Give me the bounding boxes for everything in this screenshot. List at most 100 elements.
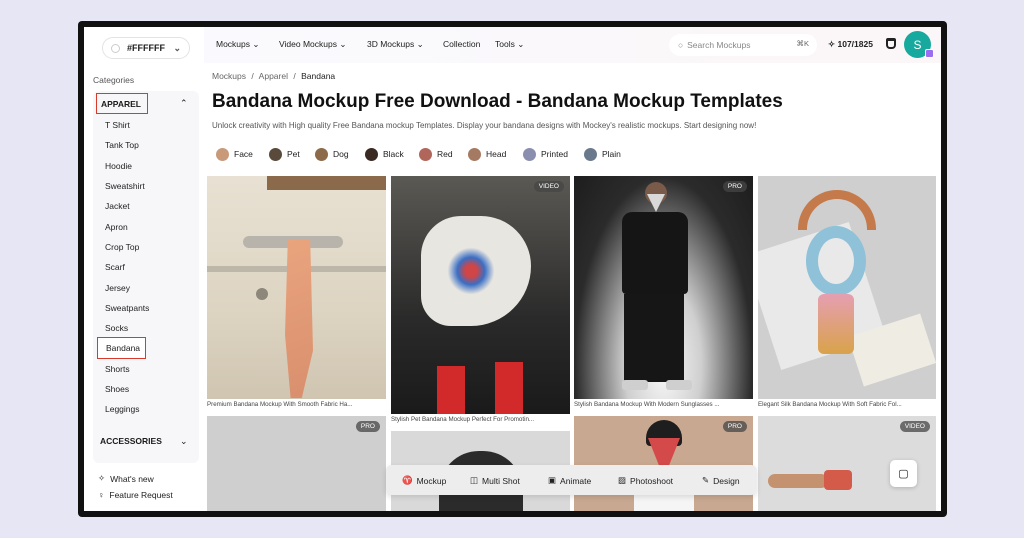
tool-multi-shot[interactable]: ◫ Multi Shot	[470, 475, 520, 486]
sidebar-item-jersey[interactable]: Jersey	[105, 283, 130, 293]
filter-chip-red[interactable]: Red	[419, 145, 453, 163]
sidebar-item-scarf[interactable]: Scarf	[105, 262, 125, 272]
card-caption: Stylish Pet Bandana Mockup Perfect For P…	[391, 416, 535, 423]
cup-icon[interactable]	[886, 38, 896, 49]
card-image-detail	[624, 294, 684, 382]
breadcrumb-mockups[interactable]: Mockups	[212, 71, 246, 81]
sidebar-item-shoes[interactable]: Shoes	[105, 384, 129, 394]
card-caption: Elegant Silk Bandana Mockup With Soft Fa…	[758, 401, 902, 408]
chip-label: Dog	[333, 149, 349, 159]
chip-thumbnail	[216, 147, 229, 161]
sidebar-item-t-shirt[interactable]: T Shirt	[105, 120, 130, 130]
nav-label: Mockups	[216, 39, 251, 49]
color-swatch-icon	[111, 43, 120, 53]
card-caption: Premium Bandana Mockup With Smooth Fabri…	[207, 401, 353, 408]
sidebar-item-bandana[interactable]: Bandana	[97, 337, 146, 359]
chevron-up-icon[interactable]: ⌃	[180, 98, 188, 109]
chip-thumbnail	[523, 147, 536, 161]
filter-chip-head[interactable]: Head	[468, 145, 506, 163]
mockup-card[interactable]: PRO	[207, 416, 386, 511]
card-caption: Stylish Bandana Mockup With Modern Sungl…	[574, 401, 720, 408]
tool-photoshoot[interactable]: ▨ Photoshoot	[618, 475, 673, 486]
chip-thumbnail	[419, 147, 432, 161]
credits-value: 107/1825	[837, 39, 873, 49]
mockup-card[interactable]	[758, 176, 936, 399]
nav-mockups[interactable]: Mockups ⌄	[216, 39, 260, 50]
card-image-detail	[256, 288, 268, 300]
category-group-accessories[interactable]: ACCESSORIES	[100, 436, 162, 446]
card-image-detail	[495, 362, 523, 414]
sidebar-item-shorts[interactable]: Shorts	[105, 364, 130, 374]
credits-counter[interactable]: ✧ 107/1825	[828, 39, 873, 50]
sidebar-item-apron[interactable]: Apron	[105, 222, 128, 232]
breadcrumb-apparel[interactable]: Apparel	[259, 71, 288, 81]
search-shortcut: ⌘K	[796, 39, 809, 48]
top-navigation: Mockups ⌄ Video Mockups ⌄ 3D Mockups ⌄ C…	[204, 27, 941, 63]
chip-label: Printed	[541, 149, 568, 159]
animate-icon: ▣	[548, 475, 557, 485]
chip-thumbnail	[365, 147, 378, 161]
tool-animate[interactable]: ▣ Animate	[548, 475, 591, 486]
chip-thumbnail	[315, 147, 328, 161]
sidebar-item-tank-top[interactable]: Tank Top	[105, 140, 139, 150]
color-value: #FFFFFF	[127, 43, 165, 53]
sparkle-icon: ✧	[98, 473, 106, 483]
mockup-card[interactable]: PRO	[574, 176, 753, 399]
search-input[interactable]: ○ Search Mockups ⌘K	[669, 34, 817, 56]
filter-chip-pet[interactable]: Pet	[269, 145, 300, 163]
filter-chip-plain[interactable]: Plain	[584, 145, 621, 163]
sidebar-item-leggings[interactable]: Leggings	[105, 404, 140, 414]
card-badge: PRO	[722, 421, 747, 432]
nav-label: Tools	[495, 39, 515, 49]
card-image-detail	[768, 474, 828, 488]
nav-collection[interactable]: Collection	[443, 39, 480, 49]
chevron-down-icon[interactable]: ⌄	[180, 436, 188, 447]
sidebar-item-socks[interactable]: Socks	[105, 323, 128, 333]
mockup-card[interactable]: VIDEO	[391, 176, 570, 414]
sidebar-item-jacket[interactable]: Jacket	[105, 201, 130, 211]
card-badge: PRO	[722, 181, 747, 192]
card-image-detail	[666, 380, 692, 390]
tool-label: Mockup	[416, 475, 447, 486]
feature-request-label: Feature Request	[109, 490, 173, 500]
mockup-card[interactable]: PRO	[574, 416, 753, 511]
page-subtitle: Unlock creativity with High quality Free…	[212, 121, 757, 130]
card-image-detail	[437, 366, 465, 414]
mockup-card[interactable]	[207, 176, 386, 399]
sidebar-item-sweatpants[interactable]: Sweatpants	[105, 303, 149, 313]
feature-request-link[interactable]: ♀ Feature Request	[98, 490, 173, 500]
tool-label: Photoshoot	[630, 475, 674, 486]
chip-label: Head	[486, 149, 507, 159]
tool-design[interactable]: ✎ Design	[702, 475, 740, 486]
sidebar-item-hoodie[interactable]: Hoodie	[105, 161, 132, 171]
chip-label: Face	[234, 149, 253, 159]
tool-label: Design	[713, 475, 740, 486]
chat-icon: ▢	[898, 468, 909, 480]
chat-button[interactable]: ▢	[890, 460, 917, 487]
filter-chip-printed[interactable]: Printed	[523, 145, 568, 163]
filter-chip-face[interactable]: Face	[216, 145, 253, 163]
chip-thumbnail	[468, 147, 481, 161]
card-image-detail	[267, 176, 386, 190]
whats-new-link[interactable]: ✧ What's new	[98, 473, 154, 484]
filter-chip-dog[interactable]: Dog	[315, 145, 349, 163]
chip-label: Black	[383, 149, 404, 159]
sidebar-item-sweatshirt[interactable]: Sweatshirt	[105, 181, 145, 191]
nav-3d-mockups[interactable]: 3D Mockups ⌄	[367, 39, 424, 50]
breadcrumb-separator: /	[251, 71, 254, 81]
card-image-detail	[285, 240, 313, 398]
filter-chip-black[interactable]: Black	[365, 145, 404, 163]
sidebar: #FFFFFF ⌄ Categories APPAREL ⌃ T Shirt T…	[84, 27, 204, 511]
background-color-picker[interactable]: #FFFFFF ⌄	[102, 37, 190, 59]
card-image-detail	[647, 194, 665, 212]
tool-mockup[interactable]: ♈ Mockup	[402, 475, 446, 486]
nav-tools[interactable]: Tools ⌄	[495, 39, 524, 50]
nav-label: 3D Mockups	[367, 39, 415, 49]
app-screen: #FFFFFF ⌄ Categories APPAREL ⌃ T Shirt T…	[84, 27, 941, 511]
nav-video-mockups[interactable]: Video Mockups ⌄	[279, 39, 346, 50]
breadcrumb-separator: /	[293, 71, 296, 81]
sidebar-item-crop-top[interactable]: Crop Top	[105, 242, 139, 252]
card-image-detail	[818, 294, 854, 354]
category-group-apparel[interactable]: APPAREL	[96, 93, 148, 114]
tool-label: Animate	[560, 475, 592, 486]
